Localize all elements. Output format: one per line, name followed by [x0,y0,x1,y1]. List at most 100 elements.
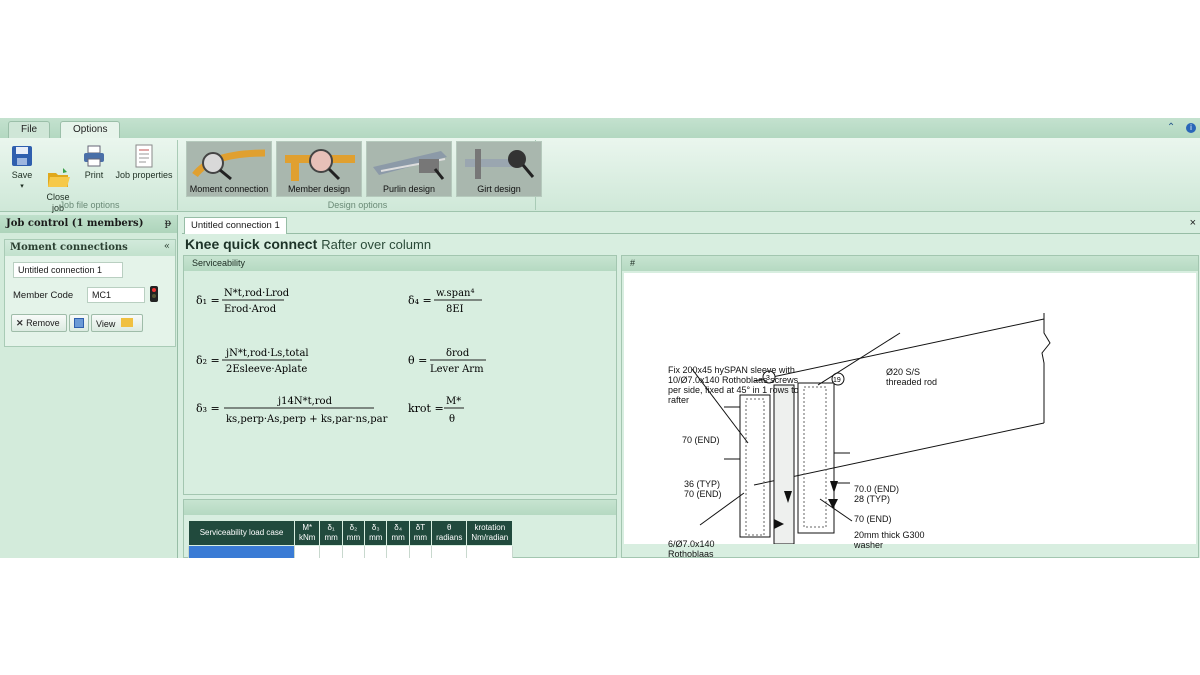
moment-connections-header[interactable]: Moment connections « [5,240,175,256]
delta4-numerator: w.span⁴ [436,288,475,299]
document-icon [131,144,157,168]
connection-drawing: 3 19 Fix 200x45 hySPAN sleeve with 10/Ø7… [624,273,1196,558]
member-code-field[interactable]: MC1 [87,287,145,303]
document-tabbar: Untitled connection 1 × [182,215,1200,234]
results-panel: Serviceability load case M* kNm δ₁ mm δ₂… [183,499,617,558]
table-header-row: Serviceability load case M* kNm δ₁ mm δ₂… [188,520,514,546]
folder-icon [45,155,71,187]
col-theta: θ radians [431,520,468,546]
close-document-icon[interactable]: × [1190,217,1196,229]
table-cell [408,545,433,558]
delta4-lhs: δ₄ = [408,294,432,307]
job-properties-button[interactable]: Job properties [114,144,174,181]
ribbon-window-controls: ⌃ i [1159,122,1196,133]
dimension-label: 70 (END) [682,435,720,445]
moment-connection-icon [192,149,266,181]
delta3-denominator: ks,perp·As,perp + ks,par·ns,par [226,414,388,425]
folder-icon [120,318,133,327]
pin-icon[interactable]: ᵽ [165,218,171,229]
krot-numerator: M* [446,396,461,407]
col-delta-total: δT mm [408,520,433,546]
group-label: Job file options [59,200,120,210]
table-cell [386,545,410,558]
theta-denominator: Lever Arm [430,364,484,375]
tab-options[interactable]: Options [60,121,121,138]
moment-connection-button[interactable]: Moment connection [186,141,272,197]
girt-design-button[interactable]: Girt design [456,141,542,197]
printer-icon [81,144,107,168]
job-control-title: Job control (1 members) [6,218,144,229]
delta2-numerator: jN*t,rod·Ls,total [225,348,309,359]
tab-untitled-connection[interactable]: Untitled connection 1 [184,217,287,234]
remove-button[interactable]: ✕ Remove [11,314,67,332]
col-krotation: krotation Nm/radian [466,520,514,546]
connection-subtitle: Rafter over column [321,237,432,252]
serviceability-table: Serviceability load case M* kNm δ₁ mm δ₂… [188,520,514,558]
delta2-denominator: 2Esleeve·Aplate [226,364,307,375]
table-row[interactable] [188,545,514,558]
col-delta3: δ₃ mm [364,520,388,546]
drawing-panel: # 3 19 Fix 200x45 hySPAN sleeve with 10/… [621,255,1199,558]
col-delta1: δ₁ mm [319,520,343,546]
purlin-design-button[interactable]: Purlin design [366,141,452,197]
serviceability-header: Serviceability [184,256,616,271]
serviceability-panel: Serviceability δ₁ = N*t,rod·Lrod Erod·Ar… [183,255,617,495]
help-icon[interactable]: i [1186,123,1196,133]
girt-design-icon [465,149,535,179]
dimension-label: 36 (TYP) [684,479,721,489]
col-moment: M* kNm [293,520,321,546]
results-header [184,500,616,515]
table-cell [319,545,343,558]
purlin-design-icon [373,151,447,180]
view-button[interactable]: View [91,314,143,332]
marker-b-label: 19 [833,377,841,384]
delta1-denominator: Erod·Arod [224,304,277,315]
col-delta4: δ₄ mm [386,520,410,546]
connection-type-title: Knee quick connect [185,236,318,252]
job-control-pane: Job control (1 members) ᵽ Moment connect… [0,215,178,558]
collapse-chevron-icon[interactable]: « [164,241,170,252]
member-design-button[interactable]: Member design [276,141,362,197]
member-design-icon [285,149,355,181]
connection-name-field[interactable]: Untitled connection 1 [13,262,123,278]
print-button[interactable]: Print [78,144,110,181]
design-options-group: Moment connection Member design Purlin d… [180,140,542,210]
delta2-lhs: δ₂ = [196,354,220,367]
close-job-button[interactable]: Close job [42,144,74,225]
dimension-label: 70 (END) [854,514,892,524]
connection-drawing-svg: 3 19 [691,313,1051,544]
delta4-denominator: 8EI [446,304,464,315]
save-button[interactable]: Save ▾ [6,144,38,192]
drawing-header: # [622,256,1198,271]
theta-numerator: δrod [446,348,470,359]
moment-connections-section: Moment connections « Untitled connection… [4,239,176,347]
table-cell[interactable] [188,545,295,558]
member-code-label: Member Code [13,290,74,301]
copy-button[interactable] [69,314,89,332]
ribbon: Save ▾ Close job Print Job properties Jo… [0,138,1200,213]
copy-icon [74,318,84,328]
traffic-light-icon [150,286,158,302]
washer-note: 20mm thick G300 washer [854,530,925,550]
save-icon [9,144,35,168]
collapse-ribbon-icon[interactable]: ⌃ [1167,122,1175,133]
delta3-lhs: δ₃ = [196,402,220,415]
table-cell [431,545,468,558]
delta1-numerator: N*t,rod·Lrod [224,288,290,299]
page-title: Knee quick connect Rafter over column [185,236,431,252]
remove-icon: ✕ [16,318,24,328]
dimension-label: 28 (TYP) [854,494,891,504]
col-delta2: δ₂ mm [341,520,366,546]
job-file-options-group: Save ▾ Close job Print Job properties Jo… [2,140,178,213]
krot-lhs: krot = [408,402,444,415]
table-cell [341,545,366,558]
moment-connections-title: Moment connections [10,242,128,253]
dimension-label: 70.0 (END) [854,484,900,494]
application-window: File Options ⌃ i Save ▾ Close job Print … [0,118,1200,558]
group-label: Design options [327,200,388,210]
dimension-label: 70 (END) [684,489,722,499]
sleeve-note: Fix 200x45 hySPAN sleeve with 10/Ø7.0x14… [668,365,799,405]
tab-file[interactable]: File [8,121,51,138]
delta1-lhs: δ₁ = [196,294,220,307]
job-control-header: Job control (1 members) ᵽ [0,215,177,233]
